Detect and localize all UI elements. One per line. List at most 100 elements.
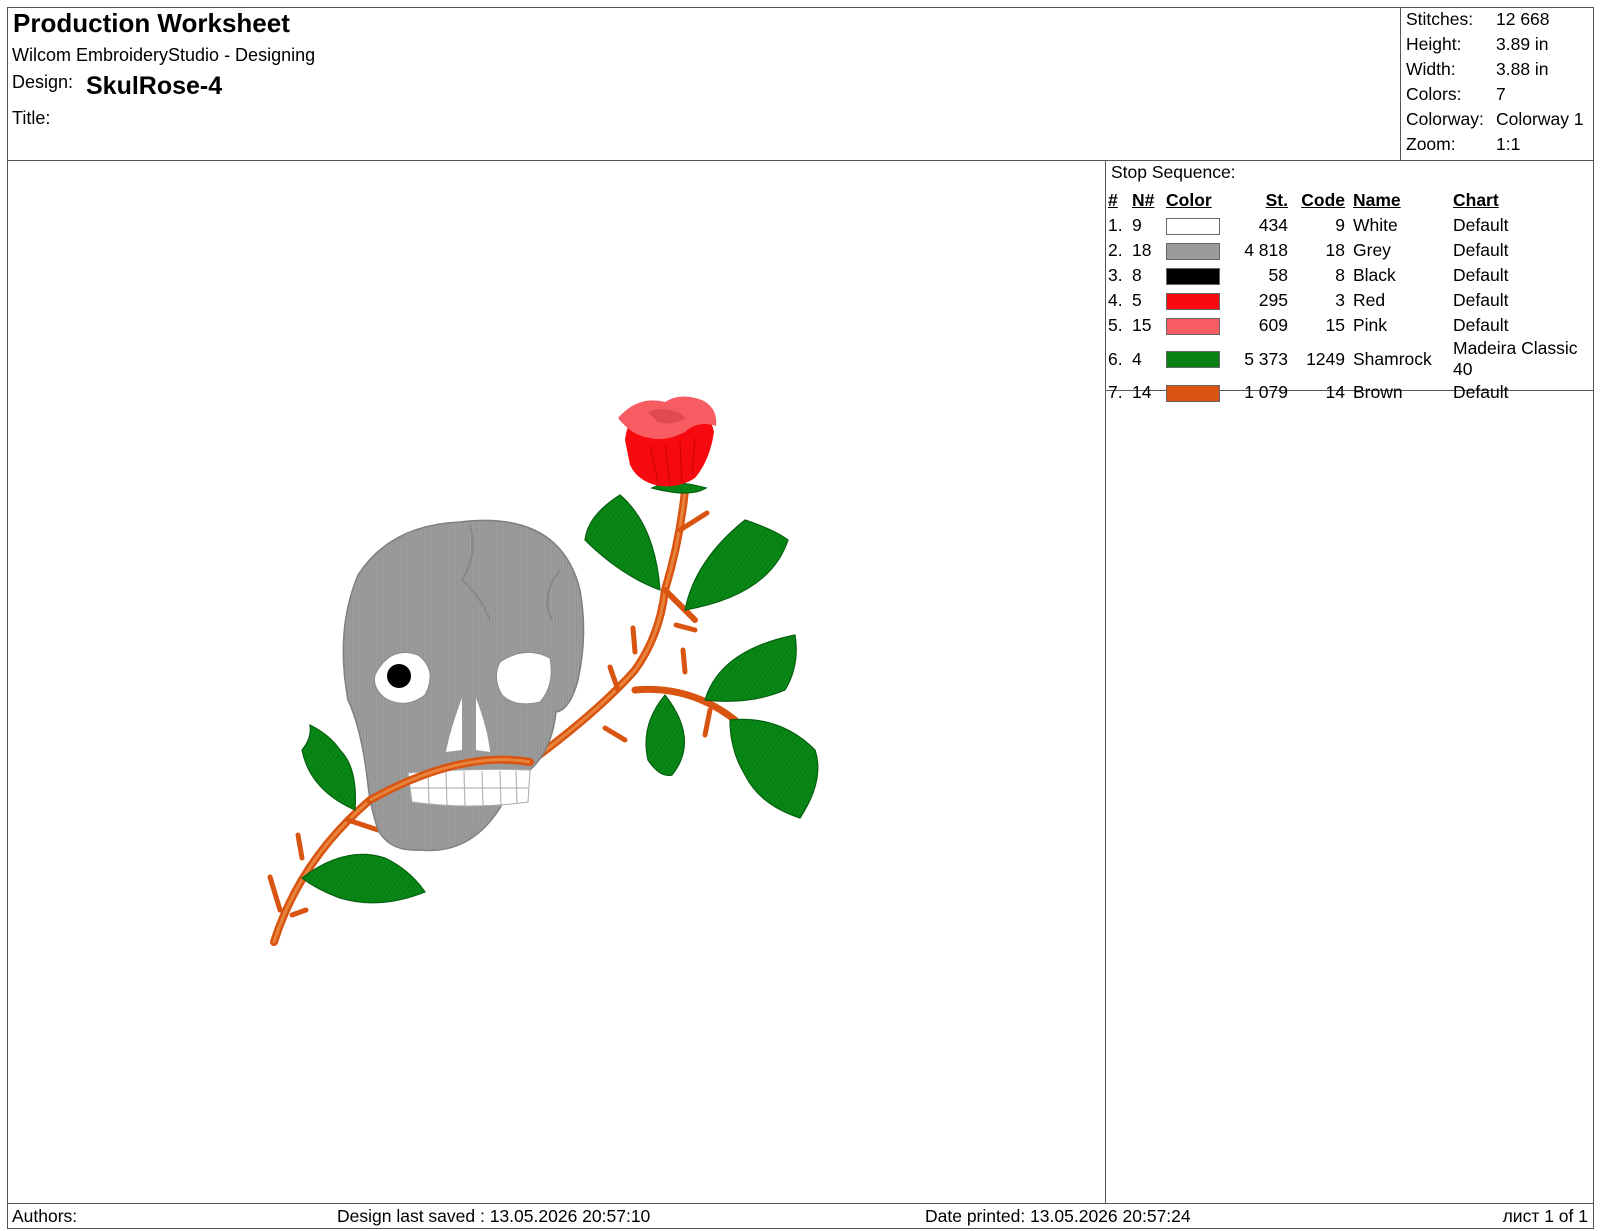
design-label: Design: — [12, 72, 74, 92]
row-chart: Default — [1453, 290, 1509, 310]
row-color — [1166, 213, 1230, 238]
col-needle: N# — [1132, 190, 1155, 210]
stop-sequence-caption: Stop Sequence: — [1111, 162, 1236, 182]
stat-label: Colors: — [1406, 84, 1462, 104]
color-swatch — [1166, 242, 1220, 260]
row-color — [1166, 263, 1230, 288]
row-name: Brown — [1353, 382, 1403, 402]
table-row: 4. 5 295 3 Red Default — [1108, 288, 1600, 313]
col-code: Code — [1301, 190, 1345, 210]
row-code: 18 — [1325, 240, 1345, 260]
row-color — [1166, 288, 1230, 313]
row-stitches: 5 373 — [1244, 348, 1288, 369]
row-index: 2. — [1108, 240, 1123, 260]
row-stitches: 4 818 — [1244, 240, 1288, 260]
eye-dot — [387, 664, 411, 688]
design-name: SkulRose-4 — [86, 72, 223, 100]
row-name: White — [1353, 215, 1398, 235]
sequence-rows: 1. 9 434 9 White Default 2. 18 4 818 18 Grey Defaul… — [1108, 213, 1600, 405]
row-code: 9 — [1335, 215, 1345, 235]
row-index: 5. — [1108, 315, 1123, 335]
color-swatch — [1166, 384, 1220, 402]
stat-value: 12 668 — [1496, 9, 1550, 29]
row-chart: Default — [1453, 382, 1509, 402]
row-chart: Default — [1453, 240, 1509, 260]
row-chart: Default — [1453, 215, 1509, 235]
row-index: 6. — [1108, 348, 1123, 369]
row-chart: Madeira Classic 40 — [1453, 338, 1578, 379]
app-name: Wilcom EmbroideryStudio - Designing — [12, 45, 316, 65]
table-row: 5. 15 609 15 Pink Default — [1108, 313, 1600, 338]
date-printed: Date printed: 13.05.2026 20:57:24 — [925, 1206, 1191, 1226]
row-color — [1166, 338, 1230, 380]
stat-value: 1:1 — [1496, 134, 1521, 154]
row-name: Red — [1353, 290, 1386, 310]
design-preview — [267, 396, 819, 946]
col-chart: Chart — [1453, 190, 1499, 210]
col-index: # — [1108, 190, 1118, 210]
rose-bloom — [618, 396, 717, 487]
row-index: 7. — [1108, 382, 1123, 402]
stat-value: 3.88 in — [1496, 59, 1549, 79]
stat-value: 7 — [1496, 84, 1506, 104]
row-needle: 15 — [1132, 315, 1152, 335]
row-code: 1249 — [1306, 348, 1345, 369]
last-saved: Design last saved : 13.05.2026 20:57:10 — [337, 1206, 651, 1226]
stat-label: Height: — [1406, 34, 1462, 54]
authors-label: Authors: — [12, 1206, 78, 1226]
row-code: 3 — [1335, 290, 1345, 310]
stat-label: Stitches: — [1406, 9, 1474, 29]
row-code: 14 — [1325, 382, 1345, 402]
stop-sequence-table: # N# Color St. Code Name Chart 1. 9 434 9 Wh… — [1108, 188, 1600, 405]
row-stitches: 609 — [1258, 315, 1288, 335]
row-needle: 14 — [1132, 382, 1152, 402]
page-counter: лист 1 of 1 — [1502, 1206, 1588, 1226]
row-chart: Default — [1453, 265, 1509, 285]
row-name: Grey — [1353, 240, 1391, 260]
row-stitches: 295 — [1258, 290, 1288, 310]
row-color — [1166, 238, 1230, 263]
row-needle: 4 — [1132, 348, 1142, 369]
table-row: 6. 4 5 373 1249 Shamrock Madeira Classic 40 — [1108, 338, 1600, 380]
table-row: 7. 14 1 079 14 Brown Default — [1108, 380, 1600, 405]
row-needle: 9 — [1132, 215, 1142, 235]
color-swatch — [1166, 351, 1220, 369]
stat-value: 3.89 in — [1496, 34, 1549, 54]
row-stitches: 434 — [1258, 215, 1288, 235]
row-name: Pink — [1353, 315, 1388, 335]
table-row: 3. 8 58 8 Black Default — [1108, 263, 1600, 288]
row-stitches: 58 — [1268, 265, 1288, 285]
table-row: 1. 9 434 9 White Default — [1108, 213, 1600, 238]
row-chart: Default — [1453, 315, 1509, 335]
col-name: Name — [1353, 190, 1401, 210]
color-swatch — [1166, 317, 1220, 335]
page-title: Production Worksheet — [13, 8, 290, 38]
footer-box — [7, 1203, 1594, 1229]
col-stitches: St. — [1265, 190, 1288, 210]
col-color: Color — [1166, 190, 1212, 210]
row-index: 3. — [1108, 265, 1123, 285]
row-color — [1166, 380, 1230, 405]
color-swatch — [1166, 217, 1220, 235]
row-color — [1166, 313, 1230, 338]
table-row: 2. 18 4 818 18 Grey Default — [1108, 238, 1600, 263]
row-code: 15 — [1325, 315, 1345, 335]
row-needle: 5 — [1132, 290, 1142, 310]
stat-label: Colorway: — [1406, 109, 1484, 129]
title-label: Title: — [12, 108, 51, 128]
stat-label: Zoom: — [1406, 134, 1456, 154]
row-needle: 18 — [1132, 240, 1152, 260]
color-swatch — [1166, 267, 1220, 285]
row-stitches: 1 079 — [1244, 382, 1288, 402]
stat-value: Colorway 1 — [1496, 109, 1584, 129]
row-needle: 8 — [1132, 265, 1142, 285]
color-swatch — [1166, 292, 1220, 310]
skull — [342, 519, 585, 852]
row-name: Black — [1353, 265, 1396, 285]
stat-label: Width: — [1406, 59, 1456, 79]
row-index: 1. — [1108, 215, 1123, 235]
row-code: 8 — [1335, 265, 1345, 285]
table-header-row: # N# Color St. Code Name Chart — [1108, 188, 1600, 213]
row-index: 4. — [1108, 290, 1123, 310]
row-name: Shamrock — [1353, 348, 1432, 369]
